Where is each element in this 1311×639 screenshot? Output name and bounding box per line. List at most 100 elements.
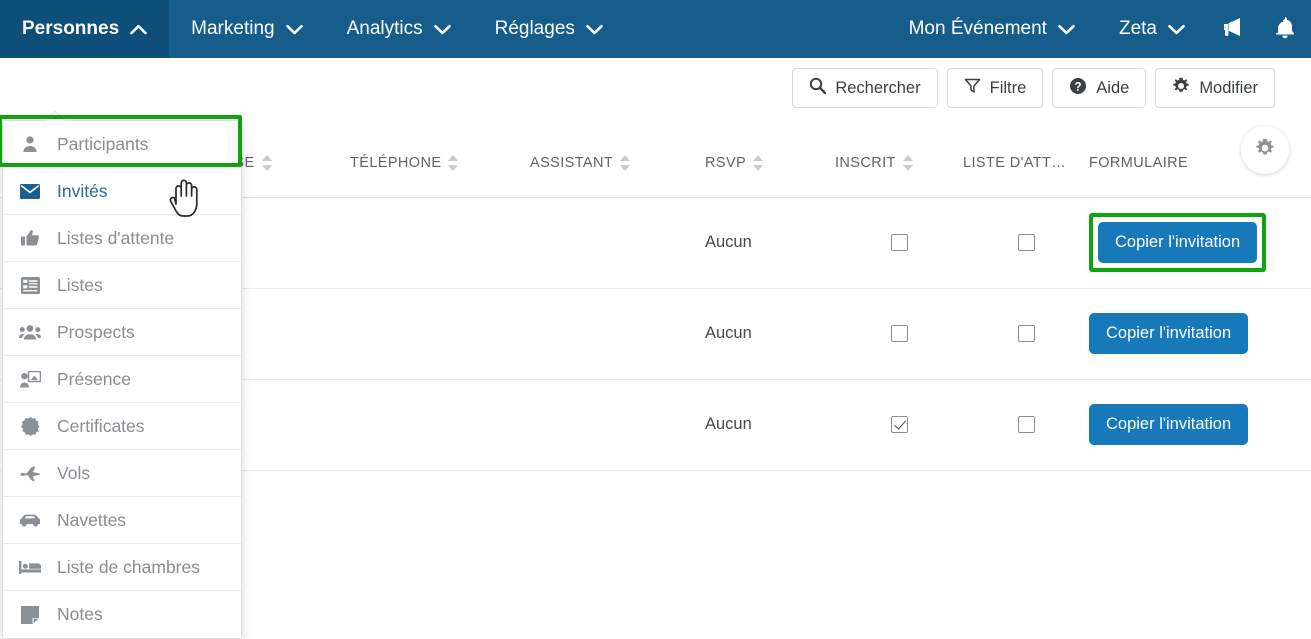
cell-telephone	[350, 197, 530, 289]
menu-item-certificates[interactable]: Certificates	[3, 403, 241, 450]
thumbs-up-icon	[19, 229, 41, 247]
help-circle-icon: ?	[1069, 77, 1087, 100]
col-header-telephone-label: TÉLÉPHONE	[350, 154, 442, 171]
menu-item-presence-label: Présence	[57, 368, 131, 389]
filter-button[interactable]: Filtre	[946, 68, 1044, 108]
list-icon	[19, 276, 41, 294]
primary-nav-group: Personnes Marketing Analytics Réglages	[0, 0, 625, 58]
sort-icon[interactable]	[753, 154, 764, 171]
menu-item-navettes[interactable]: Navettes	[3, 497, 241, 544]
modify-button[interactable]: Modifier	[1155, 68, 1275, 108]
announcements-button[interactable]	[1207, 0, 1259, 58]
col-header-assistant[interactable]: ASSISTANT	[530, 129, 705, 198]
copy-invitation-button[interactable]: Copier l'invitation	[1098, 222, 1258, 263]
menu-item-listes[interactable]: Listes	[3, 262, 241, 309]
cell-assistant	[530, 197, 705, 289]
gear-icon	[1172, 77, 1190, 100]
note-icon	[19, 605, 41, 624]
col-header-assistant-label: ASSISTANT	[530, 154, 614, 171]
bed-icon	[19, 560, 41, 575]
cell-inscrit	[835, 288, 963, 380]
menu-item-notes[interactable]: Notes	[3, 591, 241, 638]
copy-invitation-highlight: Copier l'invitation	[1089, 213, 1267, 272]
menu-item-invites-label: Invités	[57, 180, 108, 201]
menu-item-vols[interactable]: Vols	[3, 450, 241, 497]
inscrit-checkbox[interactable]	[890, 416, 908, 434]
menu-item-liste-de-chambres[interactable]: Liste de chambres	[3, 544, 241, 591]
shuttle-car-icon	[19, 513, 41, 527]
menu-item-notes-label: Notes	[57, 604, 103, 624]
svg-text:?: ?	[1075, 81, 1082, 93]
menu-item-invites[interactable]: Invités	[3, 168, 241, 215]
sort-icon[interactable]	[448, 154, 459, 171]
nav-item-analytics-label: Analytics	[346, 18, 423, 39]
chevron-up-icon	[130, 24, 147, 35]
liste-attente-checkbox[interactable]	[1017, 416, 1035, 434]
menu-item-listes-dattente[interactable]: Listes d'attente	[3, 215, 241, 262]
gear-icon	[1255, 138, 1275, 163]
menu-item-liste-de-chambres-label: Liste de chambres	[57, 556, 200, 577]
cell-liste-attente	[963, 379, 1089, 471]
inscrit-checkbox[interactable]	[890, 234, 908, 252]
menu-item-participants[interactable]: Participants	[3, 121, 241, 168]
person-icon	[19, 135, 41, 153]
liste-attente-checkbox[interactable]	[1017, 234, 1035, 252]
cell-liste-attente	[963, 197, 1089, 289]
cell-rsvp: Aucun	[705, 288, 835, 380]
personnes-dropdown-menu: Participants Invités Listes d'attente Li…	[2, 112, 242, 639]
nav-item-reglages[interactable]: Réglages	[473, 0, 625, 58]
search-button-label: Rechercher	[835, 78, 921, 97]
notifications-button[interactable]	[1259, 0, 1311, 58]
presentation-icon	[19, 370, 41, 388]
menu-item-listes-label: Listes	[57, 274, 103, 295]
chevron-down-icon	[1168, 24, 1185, 35]
nav-item-event-selector[interactable]: Mon Événement	[887, 0, 1097, 58]
col-header-telephone[interactable]: TÉLÉPHONE	[350, 129, 530, 198]
modify-button-label: Modifier	[1199, 78, 1258, 97]
chevron-down-icon	[433, 24, 451, 35]
menu-item-participants-label: Participants	[57, 133, 149, 154]
inscrit-checkbox[interactable]	[890, 325, 908, 343]
nav-item-analytics[interactable]: Analytics	[325, 0, 473, 58]
airplane-icon	[19, 465, 41, 482]
col-header-liste-attente[interactable]: LISTE D'ATT…	[963, 129, 1089, 198]
cell-entreprise	[230, 288, 350, 380]
nav-item-marketing[interactable]: Marketing	[169, 0, 324, 58]
search-button[interactable]: Rechercher	[792, 68, 938, 108]
menu-caret-icon	[45, 112, 65, 121]
copy-invitation-button[interactable]: Copier l'invitation	[1089, 313, 1249, 354]
help-button-label: Aide	[1096, 78, 1130, 97]
sort-icon[interactable]	[620, 154, 631, 171]
col-header-inscrit[interactable]: INSCRIT	[835, 129, 963, 198]
menu-item-navettes-label: Navettes	[57, 509, 127, 530]
col-header-entreprise[interactable]: ISE	[230, 129, 350, 198]
sort-icon[interactable]	[261, 154, 272, 171]
cell-rsvp: Aucun	[705, 197, 835, 289]
nav-item-account-label: Zeta	[1118, 18, 1157, 39]
menu-item-presence[interactable]: Présence	[3, 356, 241, 403]
cell-entreprise	[230, 197, 350, 289]
nav-item-marketing-label: Marketing	[191, 18, 275, 39]
menu-item-prospects-label: Prospects	[57, 321, 135, 342]
col-header-formulaire-label: FORMULAIRE	[1089, 154, 1189, 171]
cell-telephone	[350, 288, 530, 380]
sort-icon[interactable]	[902, 154, 913, 171]
col-header-rsvp[interactable]: RSVP	[705, 129, 835, 198]
nav-item-personnes-label: Personnes	[22, 18, 120, 39]
cell-rsvp: Aucun	[705, 379, 835, 471]
nav-item-personnes[interactable]: Personnes	[0, 0, 170, 58]
menu-item-certificates-label: Certificates	[57, 415, 145, 436]
filter-button-label: Filtre	[989, 78, 1027, 97]
col-header-inscrit-label: INSCRIT	[835, 154, 896, 171]
copy-invitation-button[interactable]: Copier l'invitation	[1089, 404, 1249, 445]
help-button[interactable]: ? Aide	[1052, 68, 1147, 108]
col-header-liste-attente-label: LISTE D'ATT…	[963, 154, 1067, 171]
liste-attente-checkbox[interactable]	[1017, 325, 1035, 343]
chevron-down-icon	[285, 24, 303, 35]
top-navigation-bar: Personnes Marketing Analytics Réglages M…	[0, 0, 1311, 58]
table-settings-button[interactable]	[1241, 126, 1289, 174]
cell-inscrit	[835, 197, 963, 289]
menu-item-listes-dattente-label: Listes d'attente	[57, 227, 175, 248]
nav-item-account-menu[interactable]: Zeta	[1097, 0, 1207, 58]
menu-item-prospects[interactable]: Prospects	[3, 309, 241, 356]
